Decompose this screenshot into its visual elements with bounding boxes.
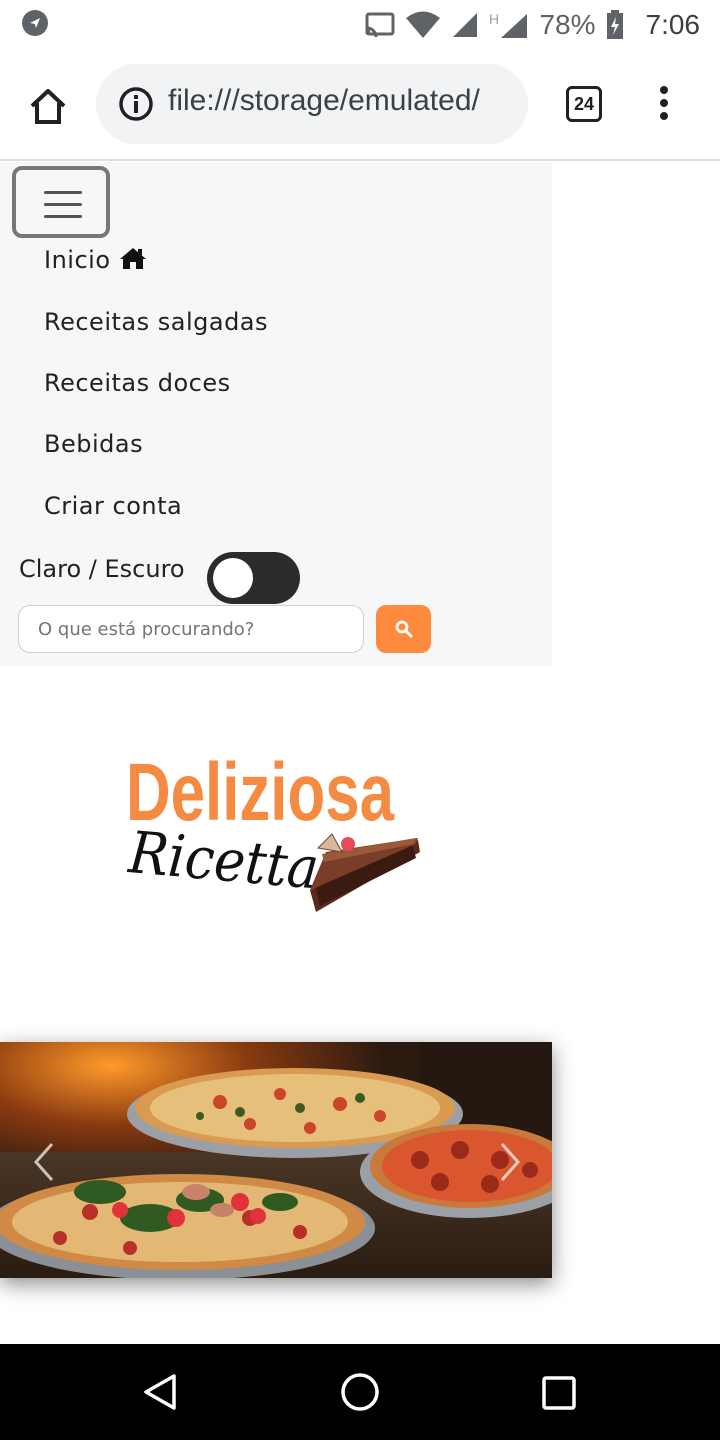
nav-item-label: Inicio (44, 246, 111, 274)
nav-item-bebidas[interactable]: Bebidas (44, 430, 143, 458)
svg-text:H: H (489, 11, 499, 27)
home-circle-icon[interactable] (338, 1370, 382, 1414)
home-icon[interactable] (26, 84, 70, 128)
nav-item-inicio[interactable]: Inicio (44, 246, 147, 274)
carousel[interactable] (0, 1042, 552, 1278)
pizzas-photo (0, 1042, 552, 1278)
more-vert-icon[interactable] (656, 86, 672, 126)
url-text: file:///storage/emulated/ (168, 84, 480, 117)
status-bar: H 78% 7:06 (0, 0, 720, 50)
battery-charging-icon (606, 10, 623, 39)
chevron-right-icon[interactable] (496, 1140, 526, 1184)
theme-toggle-label: Claro / Escuro (19, 555, 185, 583)
battery-percent: 78% (539, 9, 596, 40)
recents-icon[interactable] (540, 1374, 578, 1412)
nav-item-receitas-doces[interactable]: Receitas doces (44, 369, 231, 397)
theme-toggle[interactable] (207, 552, 300, 604)
app-notification-icon (22, 10, 48, 36)
search-icon (395, 620, 413, 638)
tabs-icon[interactable]: 24 (566, 86, 602, 122)
url-bar[interactable]: file:///storage/emulated/ (96, 64, 528, 144)
hspa-signal-icon: H (489, 11, 528, 38)
wifi-icon (406, 11, 441, 38)
clock: 7:06 (645, 9, 701, 40)
search-input[interactable] (18, 605, 364, 653)
back-icon[interactable] (140, 1372, 180, 1412)
browser-toolbar: file:///storage/emulated/ 24 (0, 50, 720, 161)
toggle-knob (213, 558, 253, 598)
signal-icon (453, 13, 478, 37)
pie-slice-icon (310, 833, 420, 912)
site-logo[interactable]: Deliziosa Ricetta (120, 740, 440, 920)
chevron-left-icon[interactable] (28, 1140, 58, 1184)
info-icon[interactable] (118, 86, 154, 122)
search-button[interactable] (376, 605, 431, 653)
nav-item-receitas-salgadas[interactable]: Receitas salgadas (44, 308, 268, 336)
nav-panel: Inicio Receitas salgadas Receitas doces … (0, 162, 552, 666)
house-icon (119, 248, 146, 269)
system-navigation-bar (0, 1344, 720, 1440)
nav-item-criar-conta[interactable]: Criar conta (44, 492, 182, 520)
hamburger-menu-button[interactable] (12, 166, 110, 238)
cast-icon (365, 12, 395, 38)
